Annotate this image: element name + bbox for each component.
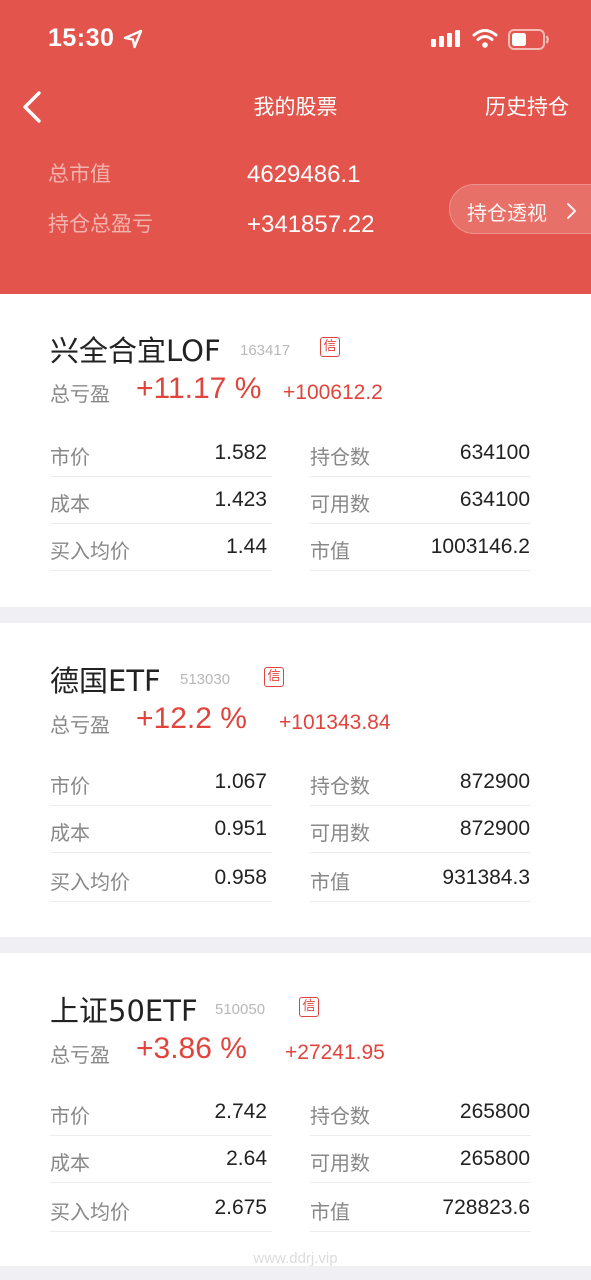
position-analysis-label: 持仓透视: [467, 201, 547, 225]
watermark: www.ddrj.vip: [253, 1250, 338, 1267]
stock-code: 510050: [215, 1001, 266, 1018]
pl-label: 总亏盈: [50, 1043, 110, 1067]
stat-row: 市值 931384.3: [310, 856, 531, 902]
stat-label: 持仓数: [310, 445, 370, 469]
stat-row: 市价 2.742: [50, 1090, 272, 1136]
stat-label: 可用数: [310, 492, 370, 516]
stat-row: 成本 1.423: [50, 478, 272, 524]
stat-row: 可用数 265800: [310, 1137, 531, 1183]
stat-row: 可用数 634100: [310, 478, 531, 524]
stat-row: 市值 1003146.2: [310, 525, 531, 571]
stat-label: 成本: [50, 492, 90, 516]
stat-row: 市价 1.582: [50, 431, 272, 477]
stat-label: 市价: [50, 774, 90, 798]
stock-card[interactable]: 德国ETF 513030 信 总亏盈 +12.2 % +101343.84 市价…: [0, 623, 591, 937]
pl-percent: +12.2 %: [136, 702, 247, 735]
stock-name: 兴全合宜LOF: [50, 334, 221, 368]
stat-value: 872900: [459, 770, 530, 793]
stat-value: 634100: [459, 441, 530, 464]
status-time: 15:30: [48, 24, 115, 52]
stat-row: 成本 2.64: [50, 1137, 272, 1183]
credit-badge: 信: [264, 667, 284, 687]
stat-value: 728823.6: [442, 1196, 530, 1219]
stat-label: 市价: [50, 445, 90, 469]
stock-code: 513030: [180, 671, 231, 688]
stat-value: 2.742: [214, 1100, 267, 1123]
stat-label: 可用数: [310, 821, 370, 845]
stat-row: 买入均价 1.44: [50, 525, 272, 571]
stat-row: 持仓数 634100: [310, 431, 531, 477]
header: 15:30 我的股票 历史持仓 总市值 4629486.1 持仓总盈亏 +341…: [0, 0, 591, 294]
stat-label: 持仓数: [310, 774, 370, 798]
stat-value: 1.423: [214, 488, 267, 511]
stat-value: 1.067: [214, 770, 267, 793]
stat-label: 市价: [50, 1104, 90, 1128]
stock-name: 德国ETF: [50, 664, 161, 698]
stat-value: 1003146.2: [430, 535, 530, 558]
stat-row: 市价 1.067: [50, 760, 272, 806]
stock-card[interactable]: 兴全合宜LOF 163417 信 总亏盈 +11.17 % +100612.2 …: [0, 294, 591, 607]
stock-card[interactable]: 上证50ETF 510050 信 总亏盈 +3.86 % +27241.95 市…: [0, 953, 591, 1266]
stat-value: 1.44: [226, 535, 267, 558]
stat-row: 持仓数 265800: [310, 1090, 531, 1136]
wifi-icon: [472, 29, 498, 48]
stat-value: 2.675: [214, 1196, 267, 1219]
credit-badge: 信: [299, 997, 319, 1017]
stat-value: 931384.3: [442, 866, 530, 889]
position-analysis-button[interactable]: 持仓透视: [449, 184, 591, 234]
stat-label: 买入均价: [50, 539, 130, 563]
history-positions-button[interactable]: 历史持仓: [485, 91, 569, 121]
pl-percent: +3.86 %: [136, 1032, 247, 1065]
market-value-label: 总市值: [48, 162, 111, 186]
pl-amount: +101343.84: [279, 711, 391, 734]
pl-percent: +11.17 %: [136, 372, 262, 405]
stat-value: 0.958: [214, 866, 267, 889]
battery-icon: [508, 29, 549, 50]
stat-label: 市值: [310, 870, 350, 894]
market-value: 4629486.1: [247, 161, 361, 188]
stat-row: 可用数 872900: [310, 807, 531, 853]
cellular-signal-icon: [431, 30, 460, 47]
stat-label: 市值: [310, 1200, 350, 1224]
chevron-right-icon: [567, 203, 576, 219]
total-pl-label: 持仓总盈亏: [48, 212, 153, 236]
pl-amount: +100612.2: [283, 381, 383, 404]
stock-name: 上证50ETF: [50, 994, 198, 1028]
stat-label: 成本: [50, 1151, 90, 1175]
stat-value: 265800: [459, 1100, 530, 1123]
stat-label: 可用数: [310, 1151, 370, 1175]
total-pl-value: +341857.22: [247, 211, 375, 238]
stat-label: 市值: [310, 539, 350, 563]
stat-row: 买入均价 2.675: [50, 1186, 272, 1232]
stat-value: 265800: [459, 1147, 530, 1170]
stat-label: 成本: [50, 821, 90, 845]
stat-row: 持仓数 872900: [310, 760, 531, 806]
stat-label: 买入均价: [50, 870, 130, 894]
stat-label: 买入均价: [50, 1200, 130, 1224]
stat-value: 0.951: [214, 817, 267, 840]
pl-label: 总亏盈: [50, 713, 110, 737]
stat-value: 1.582: [214, 441, 267, 464]
stat-value: 872900: [459, 817, 530, 840]
stat-value: 634100: [459, 488, 530, 511]
pl-label: 总亏盈: [50, 382, 110, 406]
stat-row: 成本 0.951: [50, 807, 272, 853]
stat-value: 2.64: [226, 1147, 267, 1170]
stock-code: 163417: [240, 342, 291, 359]
stat-row: 市值 728823.6: [310, 1186, 531, 1232]
pl-amount: +27241.95: [285, 1041, 385, 1064]
location-arrow-icon: [123, 29, 143, 49]
credit-badge: 信: [320, 337, 340, 357]
stat-row: 买入均价 0.958: [50, 856, 272, 902]
stat-label: 持仓数: [310, 1104, 370, 1128]
